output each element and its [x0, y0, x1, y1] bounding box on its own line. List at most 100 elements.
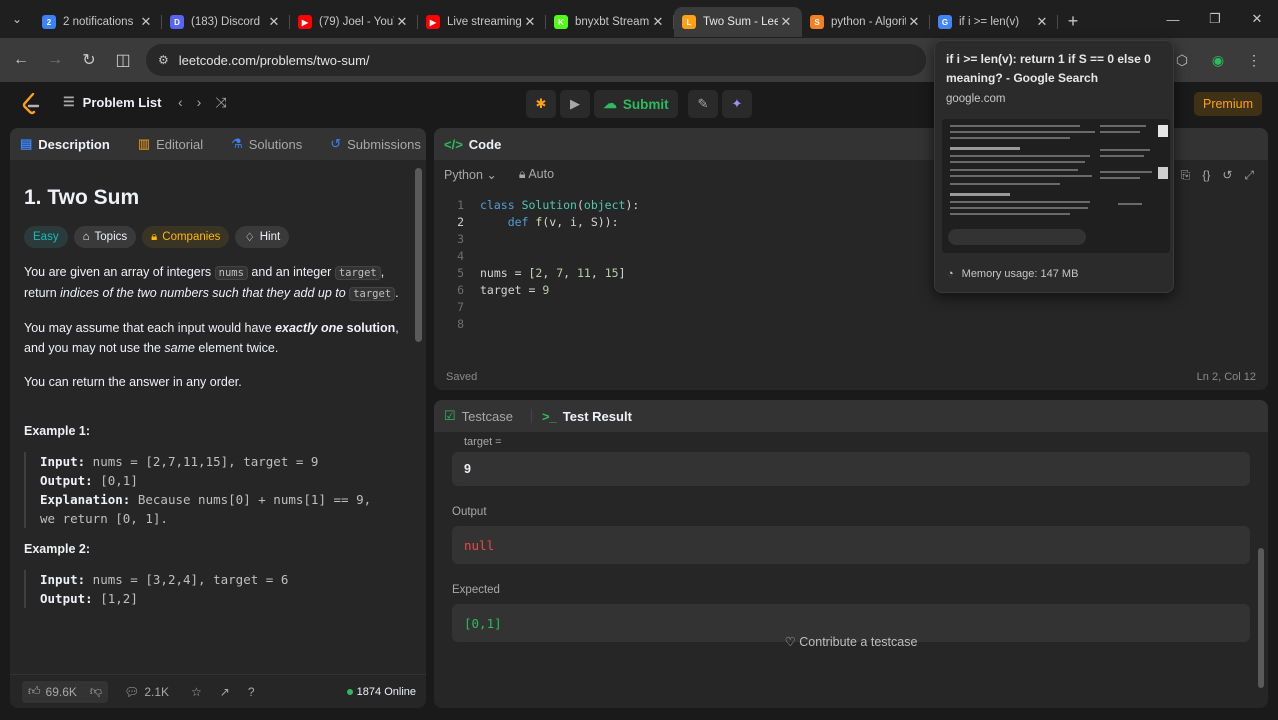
tag-label: Companies [162, 231, 221, 243]
close-tab-icon[interactable]: ✕ [1034, 14, 1050, 30]
document-icon: ▤ [20, 136, 33, 151]
checkbox-icon: ☑ [444, 408, 456, 423]
reset-icon[interactable]: ↺ [1222, 168, 1232, 183]
favicon-icon: G [938, 15, 952, 29]
hover-card-domain: google.com [946, 93, 1006, 105]
problem-title: 1. Two Sum [24, 186, 140, 209]
window-controls: — ❐ ✕ [1152, 0, 1278, 38]
profile-icon[interactable]: ◉ [1204, 46, 1232, 74]
tag-label: Topics [94, 231, 128, 243]
tab-test-result[interactable]: >_ Test Result [542, 409, 632, 424]
output-label: Output [452, 506, 487, 518]
browser-tab[interactable]: ▶ (79) Joel - YouTube✕ [290, 7, 418, 37]
site-info-icon[interactable]: ⚙ [158, 53, 169, 67]
flask-icon: ⚗ [231, 136, 243, 151]
tab-label: Editorial [156, 136, 204, 152]
debug-icon[interactable]: ✱ [526, 90, 556, 118]
tab-description[interactable]: ▤ Description [20, 136, 110, 152]
back-icon[interactable]: ← [4, 43, 38, 77]
problem-list-link[interactable]: ☰ Problem List [63, 94, 161, 110]
close-tab-icon[interactable]: ✕ [394, 14, 410, 30]
browser-tab[interactable]: Kbnyxbt Stream ✕ [546, 7, 674, 37]
star-icon[interactable]: ☆ [191, 685, 202, 699]
result-panel: ☑ Testcase >_ Test Result target = 9 Outpu… [434, 400, 1268, 708]
hover-card-title: if i >= len(v): return 1 if S == 0 else … [946, 52, 1151, 85]
problem-assumption: You may assume that each input would hav… [24, 321, 399, 355]
result-scrollbar[interactable] [1258, 548, 1264, 688]
run-icon[interactable]: ▶ [560, 90, 590, 118]
close-tab-icon[interactable]: ✕ [266, 14, 282, 30]
terminal-icon: >_ [541, 408, 557, 424]
tab-label: Submissions [347, 136, 421, 152]
online-count: 1874 Online [346, 686, 416, 698]
code-editor[interactable]: 1 class Solution(object): 2 def f(v, i, S… [434, 196, 639, 332]
browser-tab[interactable]: Gif i >= len(v) ✕ [930, 7, 1058, 37]
like-button[interactable]: 👍︎ 69.6K 👎︎ [22, 680, 109, 703]
comments-count: 2.1K [144, 684, 170, 699]
browser-tab-strip: ⌄ 2 2 notifications ✕ D (183) Discord ✕ ▶ (79) … [0, 0, 1278, 38]
save-status: Saved [446, 371, 478, 383]
share-icon[interactable]: ↗ [220, 685, 230, 699]
new-tab-button[interactable]: + [1058, 11, 1088, 32]
tab-submissions[interactable]: ↺ Submissions [330, 136, 421, 152]
format-braces-icon[interactable]: {} [1202, 168, 1210, 183]
tab-label: Description [38, 136, 110, 152]
tab-solutions[interactable]: ⚗ Solutions [231, 136, 302, 152]
auto-mode[interactable]: 🔒︎ Auto [519, 167, 554, 182]
help-icon[interactable]: ? [248, 685, 255, 699]
browser-tab[interactable]: ▶ Live streaming ✕ [418, 7, 546, 37]
topics-tag[interactable]: ⌂ Topics [73, 226, 137, 248]
premium-button[interactable]: Premium [1194, 92, 1262, 116]
browser-tab[interactable]: D (183) Discord ✕ [162, 7, 290, 37]
tab-title: (183) Discord [191, 16, 261, 28]
close-window-icon[interactable]: ✕ [1236, 0, 1278, 38]
browser-tab[interactable]: Spython - Algorithm✕ [802, 7, 930, 37]
thumbs-down-icon[interactable]: 👎︎ [90, 684, 102, 699]
contribute-testcase-link[interactable]: ♡ Contribute a testcase [434, 634, 1268, 649]
ai-sparkle-icon[interactable]: ✦ [722, 90, 752, 118]
description-scrollbar[interactable] [415, 168, 422, 342]
companies-tag[interactable]: 🔒︎ Companies [142, 226, 230, 248]
tab-editorial[interactable]: ▥ Editorial [138, 136, 203, 152]
editor-status-bar: Saved Ln 2, Col 12 [434, 364, 1268, 390]
notes-icon[interactable]: ✎ [688, 90, 718, 118]
hint-tag[interactable]: ♢ Hint [235, 226, 290, 248]
omnibox[interactable]: ⚙ leetcode.com/problems/two-sum/ [146, 44, 926, 76]
reload-icon[interactable]: ↻ [72, 43, 106, 77]
close-tab-icon[interactable]: ✕ [138, 14, 154, 30]
expand-icon[interactable]: ⤢ [1244, 168, 1254, 183]
close-tab-icon[interactable]: ✕ [522, 14, 538, 30]
split-view-icon[interactable]: ◫ [106, 43, 140, 77]
bookmark-icon[interactable]: ⎘ [1181, 168, 1191, 183]
url-text: leetcode.com/problems/two-sum/ [178, 52, 370, 68]
favicon-icon: K [554, 15, 568, 29]
tab-hover-card: if i >= len(v): return 1 if S == 0 else … [934, 40, 1174, 293]
shuffle-icon[interactable]: ⤨ [215, 94, 226, 111]
browser-tab[interactable]: 2 2 notifications ✕ [34, 7, 162, 37]
tab-title: bnyxbt Stream [575, 16, 650, 28]
language-select[interactable]: Python ⌄ [444, 167, 497, 182]
minimize-icon[interactable]: — [1152, 0, 1194, 38]
next-problem-icon[interactable]: › [197, 94, 202, 111]
close-tab-icon[interactable]: ✕ [906, 14, 922, 30]
close-tab-icon[interactable]: ✕ [650, 14, 666, 30]
tab-title: (79) Joel - YouTube [319, 16, 394, 28]
restore-icon[interactable]: ❐ [1194, 0, 1236, 38]
prev-problem-icon[interactable]: ‹ [178, 94, 183, 111]
submit-button[interactable]: ☁ Submit [594, 90, 678, 118]
leetcode-logo-icon[interactable] [22, 93, 40, 115]
submit-label: Submit [622, 96, 669, 112]
browser-tab[interactable]: L Two Sum - LeetCode✕ [674, 7, 802, 37]
result-tabs: ☑ Testcase >_ Test Result [434, 400, 1268, 432]
problem-order-note: You can return the answer in any order. [24, 375, 242, 389]
close-tab-icon[interactable]: ✕ [778, 14, 794, 30]
comments-button[interactable]: 💬︎ 2.1K [118, 681, 175, 703]
history-icon: ↺ [330, 136, 342, 151]
example-2-block: Input: nums = [3,2,4], target = 6 Output… [24, 570, 412, 608]
tab-testcase[interactable]: ☑ Testcase [444, 408, 513, 424]
more-menu-icon[interactable]: ⋮ [1240, 46, 1268, 74]
forward-icon[interactable]: → [38, 43, 72, 77]
likes-count: 69.6K [45, 684, 77, 699]
favicon-icon: D [170, 15, 184, 29]
tab-search-chevron-icon[interactable]: ⌄ [0, 0, 34, 38]
